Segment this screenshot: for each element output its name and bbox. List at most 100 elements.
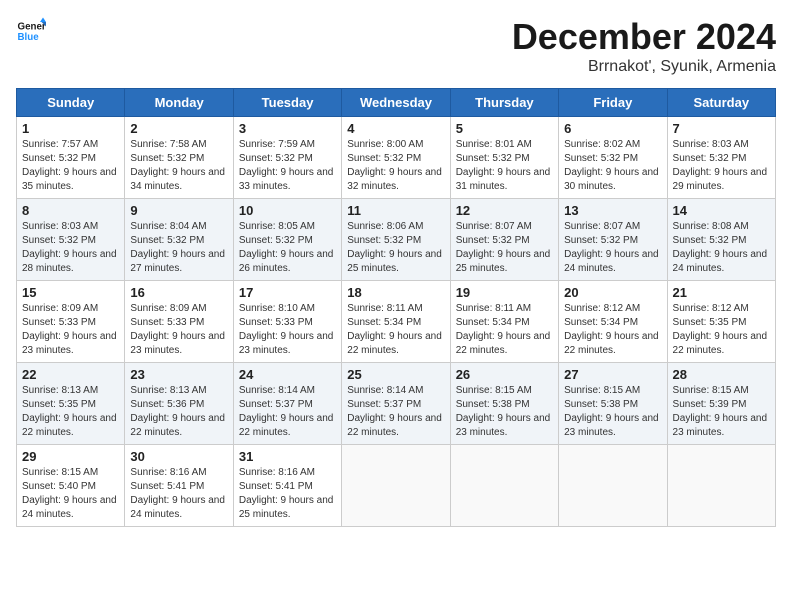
header-row: SundayMondayTuesdayWednesdayThursdayFrid… xyxy=(17,89,776,117)
calendar-day-cell: 14Sunrise: 8:08 AMSunset: 5:32 PMDayligh… xyxy=(667,199,775,281)
day-number: 8 xyxy=(22,203,119,218)
title-section: December 2024 Brrnakot', Syunik, Armenia xyxy=(512,16,776,76)
calendar-day-cell xyxy=(450,445,558,527)
calendar-day-cell: 6 Sunrise: 8:02 AMSunset: 5:32 PMDaylight… xyxy=(559,117,667,199)
day-number: 23 xyxy=(130,367,227,382)
calendar-day-cell xyxy=(342,445,450,527)
day-number: 27 xyxy=(564,367,661,382)
day-info: Sunrise: 8:11 AMSunset: 5:34 PMDaylight:… xyxy=(456,302,553,358)
calendar-day-cell: 5Sunrise: 8:01 AMSunset: 5:32 PMDaylight… xyxy=(450,117,558,199)
svg-text:Blue: Blue xyxy=(18,32,40,43)
day-number: 26 xyxy=(456,367,553,382)
calendar-day-cell: 12 Sunrise: 8:07 AMSunset: 5:32 PMDayligh… xyxy=(450,199,558,281)
calendar-day-cell: 3 Sunrise: 7:59 AMSunset: 5:32 PMDaylight… xyxy=(233,117,341,199)
calendar-week-row: 8Sunrise: 8:03 AMSunset: 5:32 PMDaylight… xyxy=(17,199,776,281)
day-info: Sunrise: 8:13 AMSunset: 5:35 PMDaylight:… xyxy=(22,384,119,440)
calendar-day-cell: 30Sunrise: 8:16 AMSunset: 5:41 PMDayligh… xyxy=(125,445,233,527)
calendar-day-cell: 22 Sunrise: 8:13 AMSunset: 5:35 PMDayligh… xyxy=(17,363,125,445)
day-number: 16 xyxy=(130,285,227,300)
calendar-week-row: 22 Sunrise: 8:13 AMSunset: 5:35 PMDayligh… xyxy=(17,363,776,445)
calendar-table: SundayMondayTuesdayWednesdayThursdayFrid… xyxy=(16,88,776,527)
day-info: Sunrise: 8:10 AMSunset: 5:33 PMDaylight:… xyxy=(239,302,336,358)
day-info: Sunrise: 8:12 AMSunset: 5:34 PMDaylight:… xyxy=(564,302,661,358)
logo-icon: General Blue xyxy=(16,16,46,46)
day-info: Sunrise: 8:07 AMSunset: 5:32 PMDaylight:… xyxy=(456,220,553,276)
calendar-day-cell: 27 Sunrise: 8:15 AMSunset: 5:38 PMDayligh… xyxy=(559,363,667,445)
calendar-day-cell: 11 Sunrise: 8:06 AMSunset: 5:32 PMDayligh… xyxy=(342,199,450,281)
day-info: Sunrise: 7:59 AMSunset: 5:32 PMDaylight:… xyxy=(239,138,336,194)
header-cell: Sunday xyxy=(17,89,125,117)
logo: General Blue xyxy=(16,16,46,46)
day-number: 14 xyxy=(673,203,770,218)
day-number: 24 xyxy=(239,367,336,382)
calendar-day-cell: 28Sunrise: 8:15 AMSunset: 5:39 PMDayligh… xyxy=(667,363,775,445)
calendar-day-cell: 26Sunrise: 8:15 AMSunset: 5:38 PMDayligh… xyxy=(450,363,558,445)
calendar-day-cell: 29 Sunrise: 8:15 AMSunset: 5:40 PMDayligh… xyxy=(17,445,125,527)
day-number: 17 xyxy=(239,285,336,300)
calendar-day-cell: 20 Sunrise: 8:12 AMSunset: 5:34 PMDayligh… xyxy=(559,281,667,363)
calendar-day-cell: 17 Sunrise: 8:10 AMSunset: 5:33 PMDayligh… xyxy=(233,281,341,363)
svg-text:General: General xyxy=(18,22,47,33)
day-info: Sunrise: 8:14 AMSunset: 5:37 PMDaylight:… xyxy=(239,384,336,440)
calendar-day-cell: 31Sunrise: 8:16 AMSunset: 5:41 PMDayligh… xyxy=(233,445,341,527)
day-number: 13 xyxy=(564,203,661,218)
day-info: Sunrise: 8:11 AMSunset: 5:34 PMDaylight:… xyxy=(347,302,444,358)
day-number: 29 xyxy=(22,449,119,464)
month-title: December 2024 xyxy=(512,16,776,58)
day-info: Sunrise: 8:15 AMSunset: 5:39 PMDaylight:… xyxy=(673,384,770,440)
day-info: Sunrise: 8:15 AMSunset: 5:40 PMDaylight:… xyxy=(22,466,119,522)
header-cell: Thursday xyxy=(450,89,558,117)
calendar-day-cell: 23 Sunrise: 8:13 AMSunset: 5:36 PMDayligh… xyxy=(125,363,233,445)
calendar-day-cell: 18Sunrise: 8:11 AMSunset: 5:34 PMDayligh… xyxy=(342,281,450,363)
location-title: Brrnakot', Syunik, Armenia xyxy=(512,58,776,76)
calendar-week-row: 15 Sunrise: 8:09 AMSunset: 5:33 PMDayligh… xyxy=(17,281,776,363)
calendar-day-cell: 21Sunrise: 8:12 AMSunset: 5:35 PMDayligh… xyxy=(667,281,775,363)
day-number: 10 xyxy=(239,203,336,218)
day-info: Sunrise: 8:14 AMSunset: 5:37 PMDaylight:… xyxy=(347,384,444,440)
day-number: 4 xyxy=(347,121,444,136)
day-info: Sunrise: 8:09 AMSunset: 5:33 PMDaylight:… xyxy=(130,302,227,358)
calendar-day-cell: 10 Sunrise: 8:05 AMSunset: 5:32 PMDayligh… xyxy=(233,199,341,281)
calendar-day-cell: 15 Sunrise: 8:09 AMSunset: 5:33 PMDayligh… xyxy=(17,281,125,363)
day-info: Sunrise: 7:57 AMSunset: 5:32 PMDaylight:… xyxy=(22,138,119,194)
day-number: 15 xyxy=(22,285,119,300)
day-number: 3 xyxy=(239,121,336,136)
day-number: 20 xyxy=(564,285,661,300)
calendar-day-cell: 19Sunrise: 8:11 AMSunset: 5:34 PMDayligh… xyxy=(450,281,558,363)
day-info: Sunrise: 8:03 AMSunset: 5:32 PMDaylight:… xyxy=(673,138,770,194)
day-info: Sunrise: 8:04 AMSunset: 5:32 PMDaylight:… xyxy=(130,220,227,276)
header-cell: Monday xyxy=(125,89,233,117)
calendar-day-cell xyxy=(667,445,775,527)
day-number: 12 xyxy=(456,203,553,218)
header-cell: Friday xyxy=(559,89,667,117)
header-cell: Saturday xyxy=(667,89,775,117)
page-header: General Blue December 2024 Brrnakot', Sy… xyxy=(16,16,776,76)
day-number: 2 xyxy=(130,121,227,136)
day-number: 6 xyxy=(564,121,661,136)
calendar-day-cell: 2 Sunrise: 7:58 AMSunset: 5:32 PMDaylight… xyxy=(125,117,233,199)
calendar-day-cell: 16 Sunrise: 8:09 AMSunset: 5:33 PMDayligh… xyxy=(125,281,233,363)
calendar-day-cell: 8Sunrise: 8:03 AMSunset: 5:32 PMDaylight… xyxy=(17,199,125,281)
day-number: 7 xyxy=(673,121,770,136)
day-number: 11 xyxy=(347,203,444,218)
calendar-day-cell: 25 Sunrise: 8:14 AMSunset: 5:37 PMDayligh… xyxy=(342,363,450,445)
day-info: Sunrise: 7:58 AMSunset: 5:32 PMDaylight:… xyxy=(130,138,227,194)
calendar-day-cell xyxy=(559,445,667,527)
calendar-day-cell: 9 Sunrise: 8:04 AMSunset: 5:32 PMDaylight… xyxy=(125,199,233,281)
day-info: Sunrise: 8:05 AMSunset: 5:32 PMDaylight:… xyxy=(239,220,336,276)
calendar-day-cell: 7 Sunrise: 8:03 AMSunset: 5:32 PMDaylight… xyxy=(667,117,775,199)
day-number: 22 xyxy=(22,367,119,382)
day-number: 30 xyxy=(130,449,227,464)
day-info: Sunrise: 8:15 AMSunset: 5:38 PMDaylight:… xyxy=(564,384,661,440)
day-info: Sunrise: 8:02 AMSunset: 5:32 PMDaylight:… xyxy=(564,138,661,194)
day-number: 9 xyxy=(130,203,227,218)
day-number: 25 xyxy=(347,367,444,382)
calendar-day-cell: 1Sunrise: 7:57 AMSunset: 5:32 PMDaylight… xyxy=(17,117,125,199)
day-info: Sunrise: 8:09 AMSunset: 5:33 PMDaylight:… xyxy=(22,302,119,358)
day-info: Sunrise: 8:07 AMSunset: 5:32 PMDaylight:… xyxy=(564,220,661,276)
day-info: Sunrise: 8:13 AMSunset: 5:36 PMDaylight:… xyxy=(130,384,227,440)
calendar-day-cell: 24 Sunrise: 8:14 AMSunset: 5:37 PMDayligh… xyxy=(233,363,341,445)
day-number: 5 xyxy=(456,121,553,136)
day-info: Sunrise: 8:06 AMSunset: 5:32 PMDaylight:… xyxy=(347,220,444,276)
calendar-week-row: 29 Sunrise: 8:15 AMSunset: 5:40 PMDayligh… xyxy=(17,445,776,527)
